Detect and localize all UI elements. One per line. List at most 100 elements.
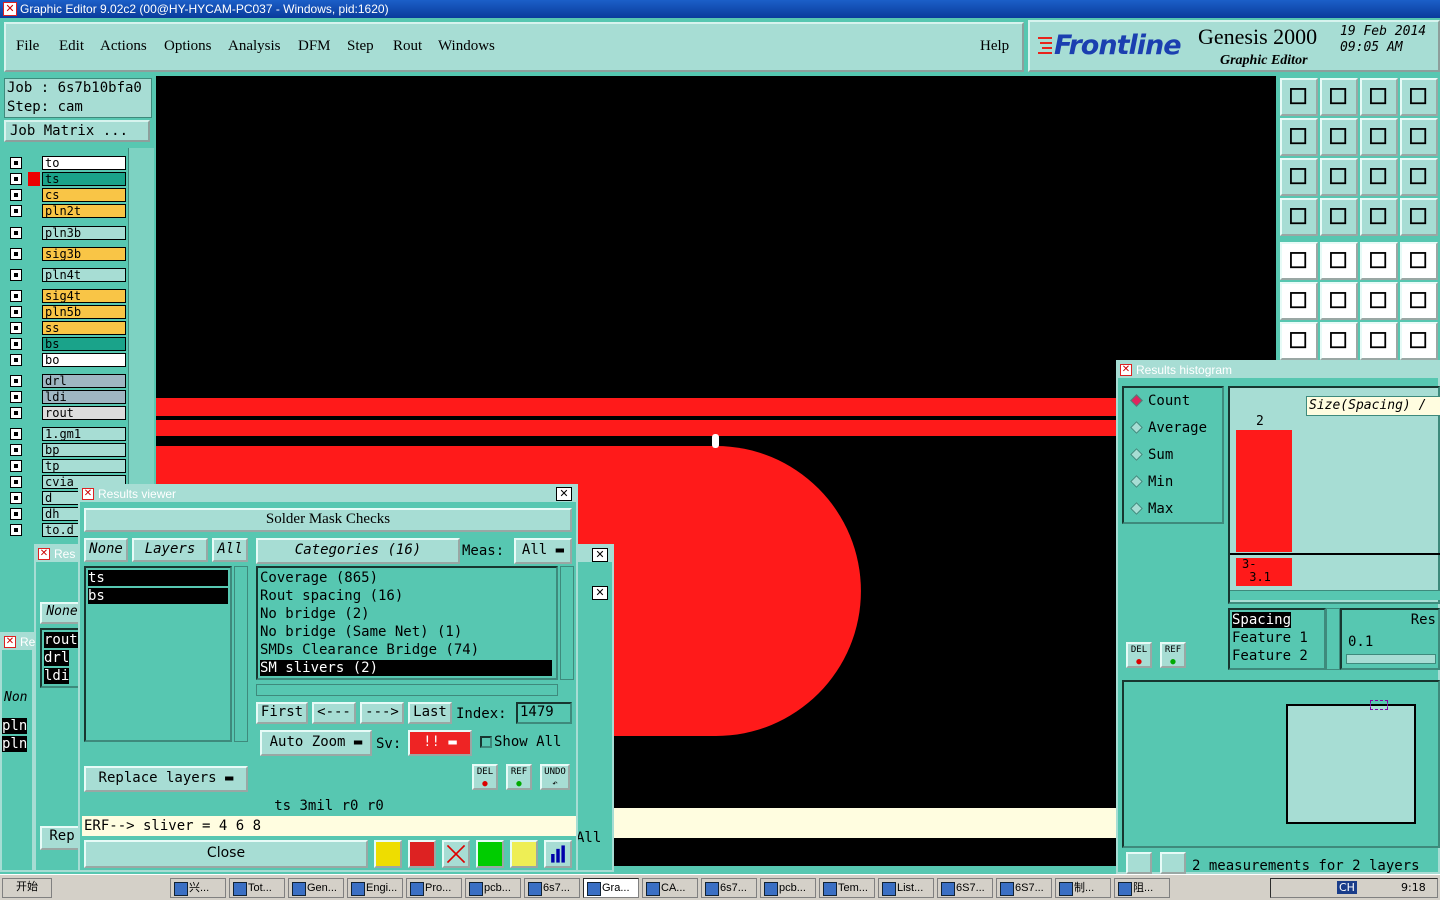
layer-checkbox[interactable] (10, 189, 22, 201)
taskbar-item[interactable]: Tot... (229, 878, 285, 898)
layer-row[interactable]: bs (8, 337, 126, 351)
layer-name[interactable]: drl (42, 374, 126, 388)
grid-icon[interactable] (1320, 198, 1358, 236)
none-button[interactable]: None (84, 538, 128, 562)
meas-select[interactable]: All ▬ (514, 538, 572, 564)
column-feature-1[interactable]: Feature 1 (1232, 630, 1308, 646)
layer-checkbox[interactable] (10, 476, 22, 488)
menu-edit[interactable]: Edit (59, 38, 84, 55)
column-feature-2[interactable]: Feature 2 (1232, 648, 1308, 664)
taskbar-item[interactable]: pcb... (465, 878, 521, 898)
start-button[interactable]: 开始 (2, 878, 52, 898)
arc-icon[interactable] (1360, 322, 1398, 360)
language-indicator[interactable]: CH (1337, 881, 1357, 894)
categories-hscroll[interactable] (256, 684, 558, 696)
taskbar-item[interactable]: Pro... (406, 878, 462, 898)
layer-name[interactable]: pln5b (42, 305, 126, 319)
center-icon[interactable] (1320, 158, 1358, 196)
layer-checkbox[interactable] (10, 508, 22, 520)
layer-row[interactable]: ts (8, 172, 126, 186)
number-icon[interactable] (476, 840, 504, 868)
menu-analysis[interactable]: Analysis (228, 38, 281, 55)
net-icon[interactable] (1280, 282, 1318, 320)
ref-button[interactable]: REF ● (506, 764, 532, 790)
layer-row[interactable]: bp (8, 443, 126, 457)
pad-icon[interactable] (1400, 242, 1438, 280)
layer-row[interactable]: drl (8, 374, 126, 388)
menu-rout[interactable]: Rout (393, 38, 422, 55)
close-icon[interactable]: ✕ (592, 586, 608, 600)
menu-dfm[interactable]: DFM (298, 38, 331, 55)
layer-checkbox[interactable] (10, 375, 22, 387)
notes-icon[interactable] (510, 840, 538, 868)
undo-button[interactable]: UNDO ↶ (540, 764, 570, 790)
taskbar-item[interactable]: Tem... (819, 878, 875, 898)
layer-row[interactable]: ss (8, 321, 126, 335)
del-button[interactable]: DEL ● (472, 764, 498, 790)
layer-checkbox[interactable] (10, 290, 22, 302)
layer-results-list[interactable]: ts bs (84, 566, 232, 742)
list-item[interactable]: rout (44, 632, 78, 648)
layer-checkbox[interactable] (10, 428, 22, 440)
taskbar-item[interactable]: 6S7... (996, 878, 1052, 898)
layer-checkbox[interactable] (10, 306, 22, 318)
category-item[interactable]: Coverage (865) (260, 570, 552, 586)
auto-zoom-select[interactable]: Auto Zoom ▬ (260, 730, 372, 756)
layer-checkbox[interactable] (10, 248, 22, 260)
category-item[interactable]: SM slivers (2) (260, 660, 552, 676)
layer-row[interactable]: pln2t (8, 204, 126, 218)
zoom-out-icon[interactable] (1320, 118, 1358, 156)
layer-checkbox[interactable] (10, 173, 22, 185)
list-item[interactable]: drl (44, 650, 70, 666)
menu-file[interactable]: File (16, 38, 39, 55)
layer-checkbox[interactable] (10, 322, 22, 334)
cross-icon[interactable] (1320, 282, 1358, 320)
menu-options[interactable]: Options (164, 38, 212, 55)
feature-icon[interactable] (1280, 242, 1318, 280)
index-input[interactable]: 1479 (516, 702, 572, 724)
taskbar-item[interactable]: 制... (1055, 878, 1111, 898)
next-button[interactable]: ---> (360, 702, 404, 724)
layer-checkbox[interactable] (10, 407, 22, 419)
categories-scrollbar[interactable] (560, 566, 574, 680)
menu-windows[interactable]: Windows (438, 38, 495, 55)
column-spacing[interactable]: Spacing (1232, 612, 1292, 628)
show-all-checkbox[interactable] (480, 736, 492, 748)
undo-view-icon[interactable] (1360, 118, 1398, 156)
list-item[interactable]: pln (2, 736, 28, 752)
taskbar-item[interactable]: Gra... (583, 878, 639, 898)
mode-option[interactable]: Sum (1130, 446, 1173, 464)
snap-icon[interactable] (1360, 198, 1398, 236)
scale-icon[interactable] (1360, 158, 1398, 196)
help-icon[interactable] (1400, 158, 1438, 196)
list-item[interactable]: bs (88, 588, 228, 604)
edit-shape-icon[interactable] (1320, 242, 1358, 280)
redraw-icon[interactable] (1400, 118, 1438, 156)
taskbar-item[interactable]: 兴... (170, 878, 226, 898)
replace-layers-button[interactable]: Replace layers ▬ (84, 766, 248, 792)
layer-name[interactable]: ts (42, 172, 126, 186)
taskbar-item[interactable]: 6s7... (524, 878, 580, 898)
job-matrix-button[interactable]: Job Matrix ... (4, 120, 150, 142)
hist-ref-button-2[interactable] (1160, 852, 1186, 874)
angle-icon[interactable] (1280, 322, 1318, 360)
layer-name[interactable]: 1.gm1 (42, 427, 126, 441)
open-job-icon[interactable] (1280, 78, 1318, 116)
severity-select[interactable]: !! ▬ (408, 730, 472, 756)
histogram-hscroll[interactable] (1230, 590, 1440, 600)
menu-actions[interactable]: Actions (100, 38, 147, 55)
taskbar-item[interactable]: List... (878, 878, 934, 898)
columns-scrollbar[interactable] (1326, 608, 1340, 670)
layer-name[interactable]: ss (42, 321, 126, 335)
category-item[interactable]: SMDs Clearance Bridge (74) (260, 642, 552, 658)
layer-row[interactable]: rout (8, 406, 126, 420)
all-button[interactable]: All (212, 538, 248, 562)
home-icon[interactable] (1360, 78, 1398, 116)
save-icon[interactable] (1320, 78, 1358, 116)
highlight-icon[interactable] (374, 840, 402, 868)
mode-option[interactable]: Min (1130, 473, 1173, 491)
ruler-icon[interactable] (1360, 242, 1398, 280)
layer-row[interactable]: pln3b (8, 226, 126, 240)
layer-name[interactable]: pln3b (42, 226, 126, 240)
layer-name[interactable]: sig3b (42, 247, 126, 261)
